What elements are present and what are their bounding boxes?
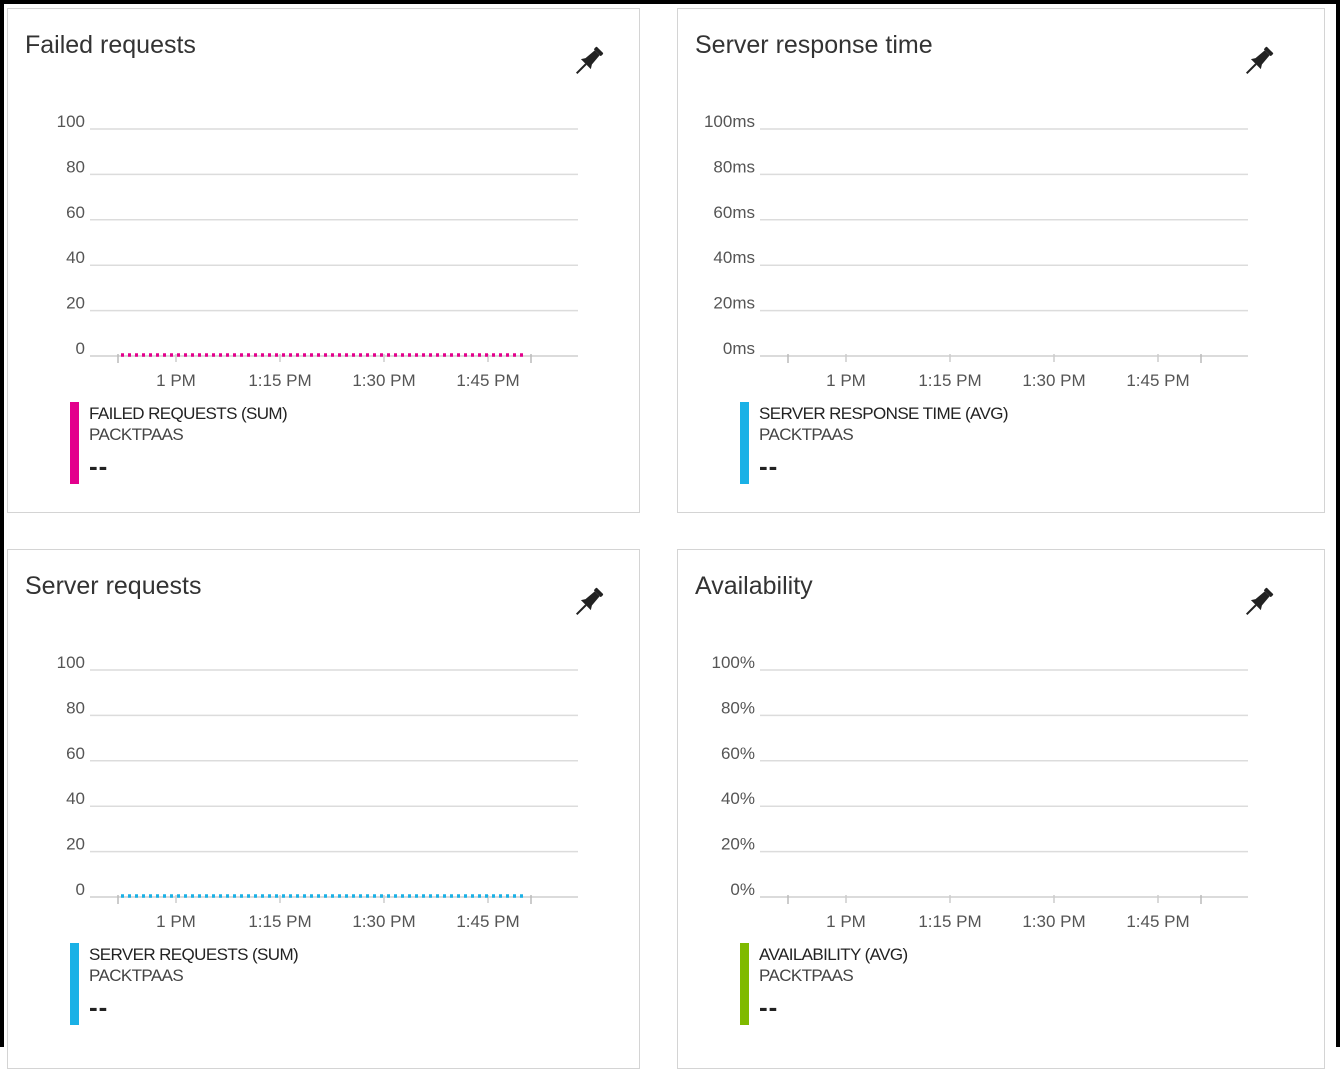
x-tick-label: 1:45 PM [1126, 371, 1189, 390]
y-tick-label: 60ms [713, 203, 755, 222]
legend-name: AVAILABILITY (AVG) [759, 945, 908, 964]
x-tick-label: 1:30 PM [352, 371, 415, 390]
legend-source: PACKTPAAS [89, 966, 184, 985]
legend-color-bar [740, 943, 749, 1025]
y-tick-label: 80ms [713, 157, 755, 176]
window-frame-right [1336, 0, 1340, 1047]
x-tick-label: 1:45 PM [1126, 912, 1189, 931]
legend-source: PACKTPAAS [759, 966, 854, 985]
y-tick-label: 100% [712, 653, 755, 672]
y-tick-label: 20 [66, 294, 85, 313]
legend-color-bar [70, 402, 79, 484]
legend-source: PACKTPAAS [89, 425, 184, 444]
legend-value: -- [759, 992, 779, 1022]
x-tick-label: 1:15 PM [248, 371, 311, 390]
x-tick-label: 1:15 PM [918, 371, 981, 390]
x-tick-label: 1:15 PM [248, 912, 311, 931]
tile-failed-requests[interactable]: Failed requests 100 80 60 40 20 0 1 PM 1:15 PM 1:… [7, 8, 640, 513]
tile-server-requests[interactable]: Server requests 100 80 60 40 20 0 1 PM 1:15 PM 1:… [7, 549, 640, 1069]
y-tick-label: 0% [730, 880, 755, 899]
y-tick-label: 60% [721, 744, 755, 763]
pin-icon[interactable] [1238, 583, 1278, 623]
y-tick-label: 80 [66, 698, 85, 717]
y-tick-label: 100ms [704, 112, 755, 131]
y-tick-label: 40 [66, 789, 85, 808]
legend-color-bar [70, 943, 79, 1025]
legend-value: -- [759, 451, 779, 481]
y-tick-label: 20 [66, 835, 85, 854]
legend-name: FAILED REQUESTS (SUM) [89, 404, 288, 423]
y-tick-label: 0 [76, 339, 85, 358]
legend-name: SERVER RESPONSE TIME (AVG) [759, 404, 1009, 423]
x-tick-label: 1:15 PM [918, 912, 981, 931]
x-tick-label: 1:30 PM [1022, 912, 1085, 931]
tile-server-response-time[interactable]: Server response time 100ms 80ms 60ms 40ms 20m… [677, 8, 1325, 513]
pin-icon[interactable] [568, 583, 608, 623]
legend-source: PACKTPAAS [759, 425, 854, 444]
legend-name: SERVER REQUESTS (SUM) [89, 945, 299, 964]
y-tick-label: 60 [66, 203, 85, 222]
legend-color-bar [740, 402, 749, 484]
x-tick-label: 1:45 PM [456, 912, 519, 931]
legend-value: -- [89, 992, 109, 1022]
y-tick-label: 40ms [713, 248, 755, 267]
y-tick-label: 0 [76, 880, 85, 899]
y-tick-label: 100 [57, 653, 85, 672]
y-tick-label: 20% [721, 835, 755, 854]
x-tick-label: 1:45 PM [456, 371, 519, 390]
x-tick-label: 1:30 PM [352, 912, 415, 931]
legend-value: -- [89, 451, 109, 481]
y-tick-label: 0ms [723, 339, 755, 358]
y-tick-label: 80% [721, 698, 755, 717]
x-tick-label: 1:30 PM [1022, 371, 1085, 390]
y-tick-label: 20ms [713, 294, 755, 313]
pin-icon[interactable] [568, 42, 608, 82]
x-tick-label: 1 PM [826, 912, 866, 931]
pin-icon[interactable] [1238, 42, 1278, 82]
x-tick-label: 1 PM [156, 912, 196, 931]
y-tick-label: 40% [721, 789, 755, 808]
x-tick-label: 1 PM [826, 371, 866, 390]
x-tick-label: 1 PM [156, 371, 196, 390]
y-tick-label: 100 [57, 112, 85, 131]
window-frame-left [0, 0, 4, 1047]
y-tick-label: 80 [66, 157, 85, 176]
y-tick-label: 40 [66, 248, 85, 267]
tile-availability[interactable]: Availability 100% 80% 60% 40% 20% 0% 1 PM 1:15 P… [677, 549, 1325, 1069]
window-frame-top [0, 0, 1340, 4]
y-tick-label: 60 [66, 744, 85, 763]
